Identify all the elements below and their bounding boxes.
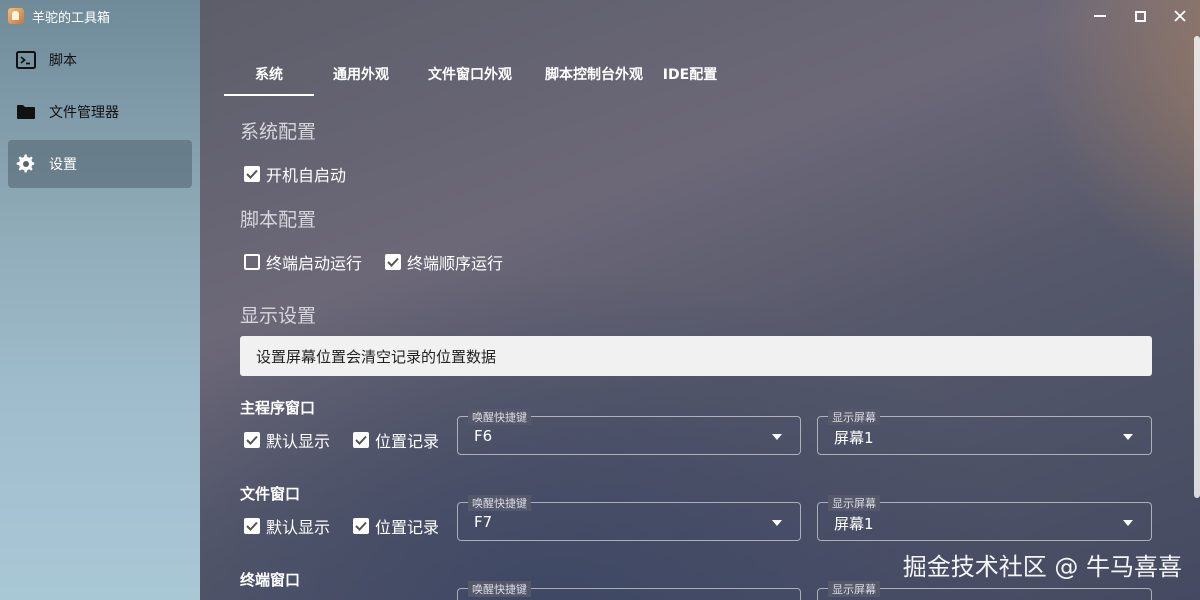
sidebar-item-settings[interactable]: 设置 [8,140,192,188]
watermark: 掘金技术社区 @ 牛马喜喜 [902,553,1182,581]
window-title: 羊驼的工具箱 [32,10,111,26]
select-legend: 显示屏幕 [828,409,880,425]
select-value: F6 [474,427,493,445]
tab-script-console-appearance[interactable]: 脚本控制台外观 [532,52,656,96]
terminal-autostart-checkbox[interactable]: 终端启动运行 [244,250,362,274]
sidebar-item-label: 设置 [49,157,77,173]
close-icon [1174,10,1186,22]
sidebar-item-label: 文件管理器 [49,105,119,121]
section-title-display: 显示设置 [240,305,317,327]
terminal-icon [16,50,36,70]
group-title-file-window: 文件窗口 [240,485,301,503]
select-value: 屏幕1 [834,429,874,447]
select-legend: 显示屏幕 [828,495,880,511]
checkbox-box [385,254,401,270]
tab-file-window-appearance[interactable]: 文件窗口外观 [408,52,532,96]
main-remember-pos-checkbox[interactable]: 位置记录 [353,428,439,452]
checkbox-label: 位置记录 [375,432,440,451]
select-legend: 唤醒快捷键 [468,495,531,511]
display-notice: 设置屏幕位置会清空记录的位置数据 [240,336,1152,376]
main-default-show-checkbox[interactable]: 默认显示 [244,428,330,452]
checkbox-label: 位置记录 [375,518,440,537]
select-legend: 唤醒快捷键 [468,409,531,425]
minimize-button[interactable] [1080,0,1120,32]
select-legend: 唤醒快捷键 [468,581,531,597]
checkbox-label: 终端顺序运行 [407,254,504,273]
checkbox-box [244,254,260,270]
select-value: F7 [474,513,493,531]
tab-general-appearance[interactable]: 通用外观 [314,52,408,96]
gear-icon [16,154,36,174]
terminal-hotkey-select[interactable]: 唤醒快捷键 [457,581,801,600]
group-title-main-window: 主程序窗口 [240,399,316,417]
close-button[interactable] [1160,0,1200,32]
minimize-icon [1094,15,1106,17]
file-remember-pos-checkbox[interactable]: 位置记录 [353,514,439,538]
window-controls [1080,0,1200,32]
caret-down-icon [772,434,782,440]
main-screen-select[interactable]: 显示屏幕 屏幕1 [817,409,1152,455]
checkbox-box [353,432,369,448]
maximize-icon [1134,10,1146,22]
checkbox-box [353,518,369,534]
file-default-show-checkbox[interactable]: 默认显示 [244,514,330,538]
caret-down-icon [1123,434,1133,440]
group-title-terminal-window: 终端窗口 [240,571,301,589]
section-title-script: 脚本配置 [240,209,317,231]
sidebar: 脚本 文件管理器 设置 [0,36,200,192]
main-hotkey-select[interactable]: 唤醒快捷键 F6 [457,409,801,455]
select-value: 屏幕1 [834,515,874,533]
terminal-screen-select[interactable]: 显示屏幕 [817,581,1152,600]
checkbox-box [244,518,260,534]
checkbox-label: 默认显示 [266,518,331,537]
checkbox-label: 终端启动运行 [266,254,363,273]
file-hotkey-select[interactable]: 唤醒快捷键 F7 [457,495,801,541]
checkbox-label: 默认显示 [266,432,331,451]
terminal-sequential-checkbox[interactable]: 终端顺序运行 [385,250,503,274]
file-screen-select[interactable]: 显示屏幕 屏幕1 [817,495,1152,541]
tab-system[interactable]: 系统 [224,52,314,96]
section-title-system: 系统配置 [240,121,317,143]
caret-down-icon [772,520,782,526]
sidebar-item-label: 脚本 [49,53,77,69]
checkbox-box [244,432,260,448]
vertical-scrollbar[interactable] [1194,36,1200,498]
autostart-checkbox[interactable]: 开机自启动 [244,162,346,186]
app-logo-icon [8,8,24,24]
checkbox-label: 开机自启动 [266,166,347,185]
sidebar-item-scripts[interactable]: 脚本 [8,36,192,84]
title-bar: 羊驼的工具箱 [0,0,1200,32]
folder-icon [16,102,36,122]
caret-down-icon [1123,520,1133,526]
sidebar-item-file-manager[interactable]: 文件管理器 [8,88,192,136]
tab-ide-config[interactable]: IDE配置 [656,52,724,96]
checkbox-box [244,166,260,182]
select-legend: 显示屏幕 [828,581,880,597]
settings-tabs: 系统 通用外观 文件窗口外观 脚本控制台外观 IDE配置 [224,52,724,96]
maximize-button[interactable] [1120,0,1160,32]
